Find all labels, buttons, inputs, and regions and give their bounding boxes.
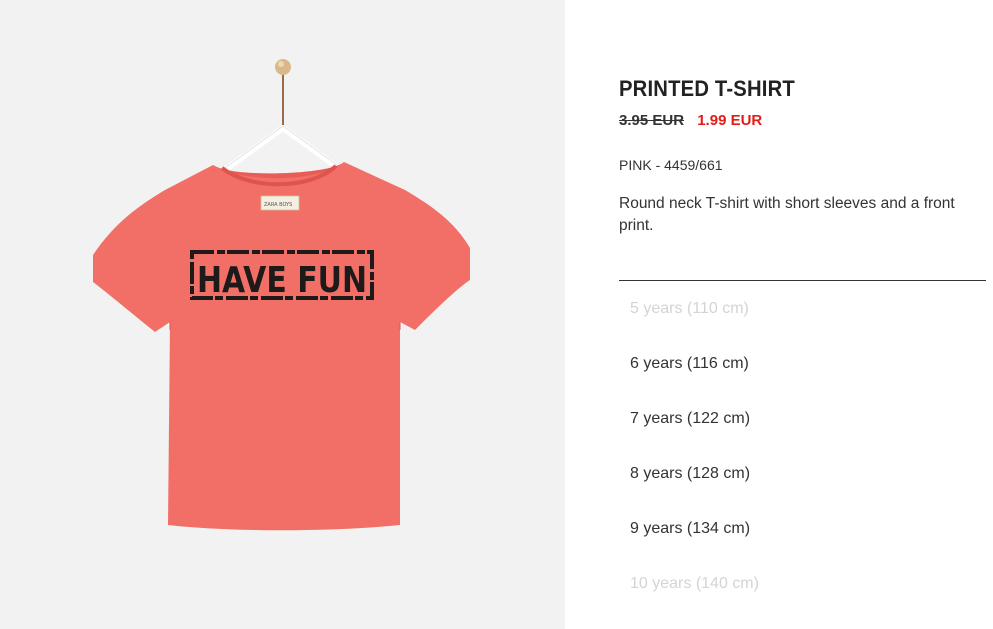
size-option[interactable]: 8 years (128 cm) bbox=[619, 446, 986, 501]
tshirt-illustration: ZARA BOYS HAVE FUN bbox=[93, 162, 470, 531]
size-option[interactable]: 10 years (140 cm) bbox=[619, 556, 986, 611]
size-option[interactable]: 9 years (134 cm) bbox=[619, 501, 986, 556]
product-info-panel: PRINTED T-SHIRT 3.95 EUR 1.99 EUR PINK -… bbox=[565, 0, 993, 629]
product-title: PRINTED T-SHIRT bbox=[619, 76, 795, 101]
size-option[interactable]: 6 years (116 cm) bbox=[619, 336, 986, 391]
print-text: HAVE FUN bbox=[197, 260, 367, 301]
svg-text:ZARA BOYS: ZARA BOYS bbox=[264, 202, 292, 208]
product-image[interactable]: ZARA BOYS HAVE FUN bbox=[0, 0, 565, 629]
color-reference: PINK - 4459/661 bbox=[619, 157, 723, 173]
original-price: 3.95 EUR bbox=[619, 112, 685, 129]
hanger-icon bbox=[219, 59, 347, 175]
product-image-panel: ZARA BOYS HAVE FUN bbox=[0, 0, 565, 629]
product-description: Round neck T-shirt with short sleeves an… bbox=[619, 195, 955, 234]
price-row: 3.95 EUR 1.99 EUR bbox=[619, 112, 762, 129]
size-selector: 5 years (110 cm) 6 years (116 cm) 7 year… bbox=[619, 281, 986, 611]
product-page: ZARA BOYS HAVE FUN PRINTED T-SHIRT 3.95 … bbox=[0, 0, 993, 629]
size-option[interactable]: 5 years (110 cm) bbox=[619, 281, 986, 336]
size-option[interactable]: 7 years (122 cm) bbox=[619, 391, 986, 446]
sale-price: 1.99 EUR bbox=[697, 112, 763, 129]
